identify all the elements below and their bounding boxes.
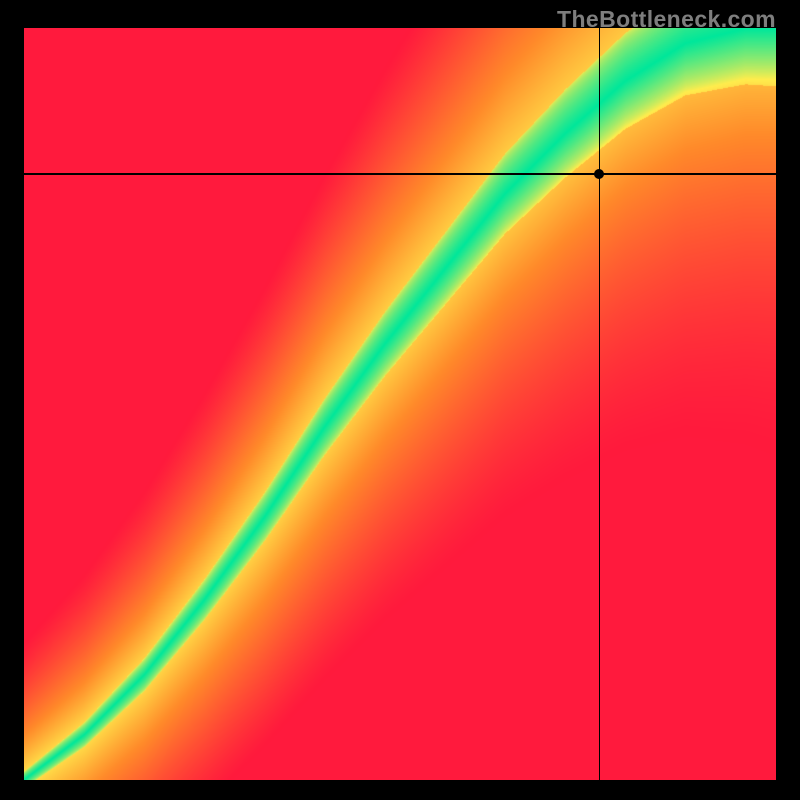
heatmap-canvas — [24, 28, 776, 780]
watermark-text: TheBottleneck.com — [557, 6, 776, 33]
crosshair-vertical — [599, 28, 601, 780]
marker-dot — [594, 169, 604, 179]
chart-container: TheBottleneck.com — [0, 0, 800, 800]
crosshair-horizontal — [24, 173, 776, 175]
